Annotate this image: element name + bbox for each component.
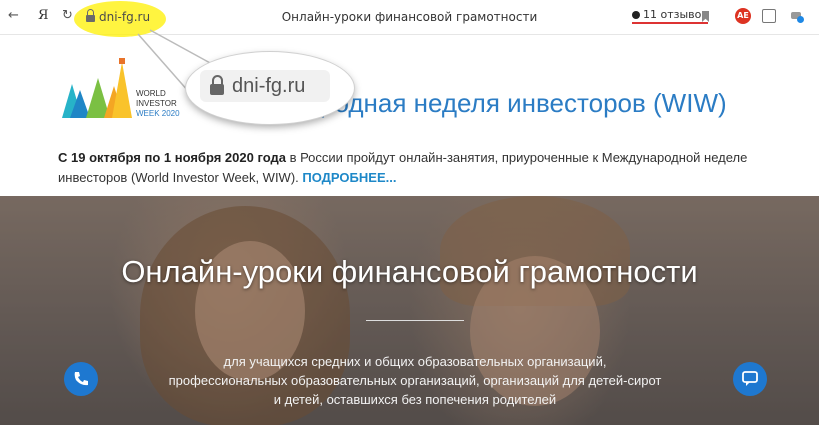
lock-icon <box>210 74 224 95</box>
address-magnifier-callout: dni-fg.ru <box>186 52 354 124</box>
magnified-address-bar: dni-fg.ru <box>200 70 330 102</box>
callout-leader-lines <box>137 29 213 101</box>
magnified-url: dni-fg.ru <box>232 74 306 97</box>
